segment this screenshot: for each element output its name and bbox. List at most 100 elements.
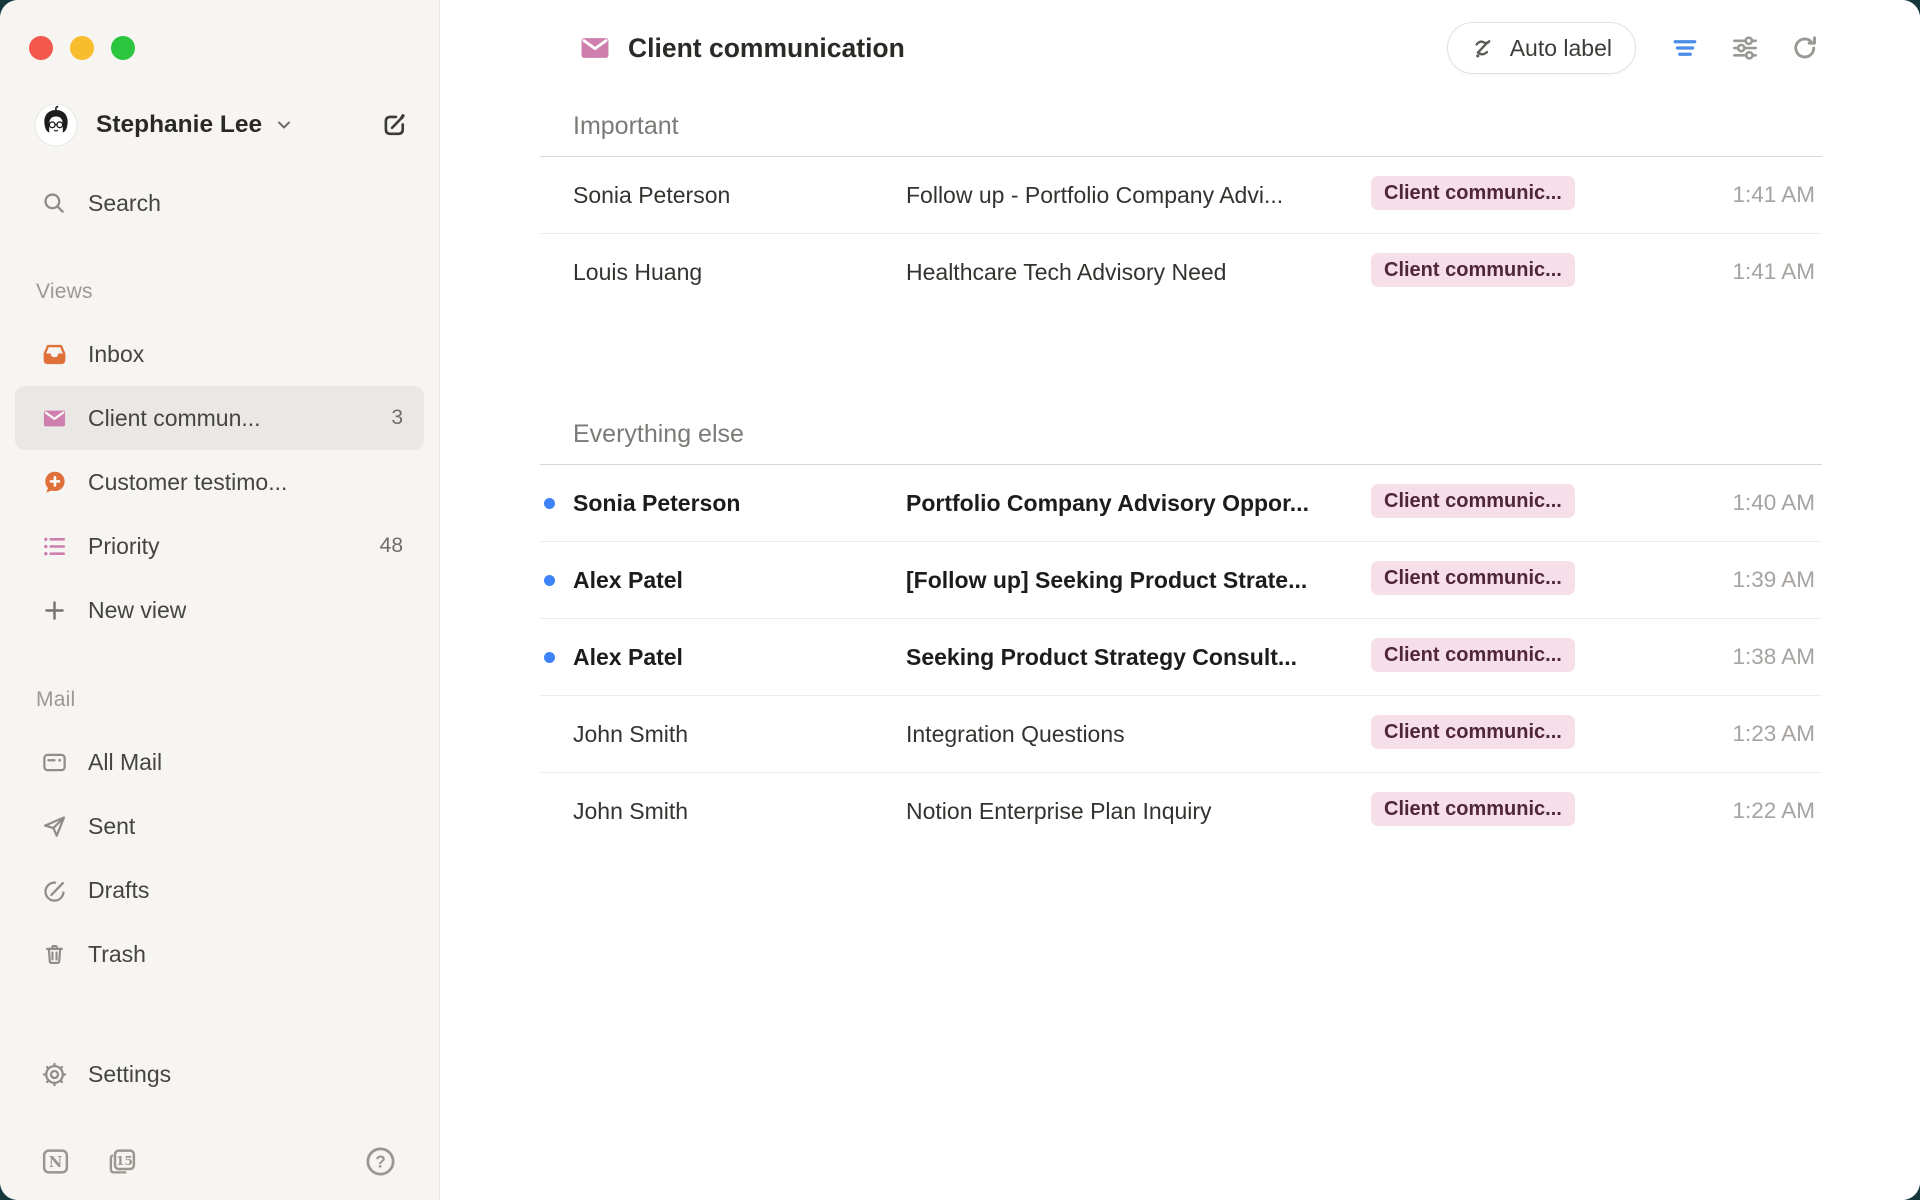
- unread-dot: [544, 652, 555, 663]
- sidebar-item-label: Customer testimo...: [88, 469, 287, 496]
- drafts-icon: [40, 876, 68, 904]
- notion-logo-icon[interactable]: N: [40, 1146, 71, 1177]
- email-label-badge: Client communic...: [1371, 792, 1575, 826]
- email-subject: Seeking Product Strategy Consult...: [906, 644, 1371, 671]
- email-row[interactable]: John Smith Integration Questions Client …: [540, 696, 1822, 773]
- sidebar-item-all-mail[interactable]: All Mail: [0, 730, 439, 794]
- search-button[interactable]: Search: [0, 178, 439, 228]
- account-switcher[interactable]: Stephanie Lee: [34, 99, 409, 151]
- mail-section-header: Mail: [0, 686, 439, 714]
- sidebar-item-inbox[interactable]: Inbox: [0, 322, 439, 386]
- sidebar-item-priority[interactable]: Priority 48: [0, 514, 439, 578]
- email-row[interactable]: Alex Patel [Follow up] Seeking Product S…: [540, 542, 1822, 619]
- email-row[interactable]: Sonia Peterson Follow up - Portfolio Com…: [540, 157, 1822, 234]
- email-subject: Healthcare Tech Advisory Need: [906, 259, 1371, 286]
- gear-icon: [40, 1060, 68, 1088]
- sidebar-item-sent[interactable]: Sent: [0, 794, 439, 858]
- filter-icon: [1670, 33, 1700, 63]
- sidebar-item-label: Drafts: [88, 877, 149, 904]
- plus-icon: [40, 596, 68, 624]
- email-label-badge: Client communic...: [1371, 715, 1575, 749]
- email-subject: Integration Questions: [906, 721, 1371, 748]
- sidebar-item-customer-testimonials[interactable]: Customer testimo...: [0, 450, 439, 514]
- email-row[interactable]: Sonia Peterson Portfolio Company Advisor…: [540, 465, 1822, 542]
- views-section-header: Views: [0, 278, 439, 306]
- email-row[interactable]: John Smith Notion Enterprise Plan Inquir…: [540, 773, 1822, 849]
- email-section: Important Sonia Peterson Follow up - Por…: [540, 96, 1822, 310]
- page-title: Client communication: [628, 33, 905, 64]
- email-sender: Louis Huang: [573, 259, 906, 286]
- sidebar-item-trash[interactable]: Trash: [0, 922, 439, 986]
- sidebar-item-label: All Mail: [88, 749, 162, 776]
- svg-text:N: N: [49, 1153, 63, 1171]
- section-title: Important: [573, 112, 679, 141]
- sidebar-item-client-communication[interactable]: Client commun... 3: [15, 386, 424, 450]
- email-sender: Alex Patel: [573, 567, 906, 594]
- sidebar-item-drafts[interactable]: Drafts: [0, 858, 439, 922]
- sidebar-item-label: Client commun...: [88, 405, 261, 432]
- compose-button[interactable]: [379, 110, 409, 140]
- minimize-button[interactable]: [70, 36, 94, 60]
- sidebar-item-new-view[interactable]: New view: [0, 578, 439, 642]
- sidebar-item-count: 3: [391, 406, 403, 430]
- help-icon[interactable]: ?: [364, 1145, 397, 1178]
- header-actions: Auto label: [1447, 22, 1828, 74]
- svg-text:?: ?: [375, 1151, 386, 1171]
- chat-plus-icon: [40, 468, 68, 496]
- unread-dot: [544, 575, 555, 586]
- sidebar-item-label: Inbox: [88, 341, 144, 368]
- display-settings-button[interactable]: [1722, 25, 1768, 71]
- refresh-icon: [1790, 33, 1820, 63]
- email-time: 1:22 AM: [1613, 798, 1822, 824]
- auto-label-text: Auto label: [1510, 35, 1612, 62]
- email-row[interactable]: Alex Patel Seeking Product Strategy Cons…: [540, 619, 1822, 696]
- email-list: Important Sonia Peterson Follow up - Por…: [540, 96, 1822, 849]
- email-time: 1:23 AM: [1613, 721, 1822, 747]
- views-list: Inbox Client commun... 3 Customer testim…: [0, 322, 439, 642]
- filter-button[interactable]: [1662, 25, 1708, 71]
- inbox-icon: [40, 340, 68, 368]
- email-time: 1:39 AM: [1613, 567, 1822, 593]
- view-header: Client communication Auto label: [440, 0, 1920, 96]
- close-button[interactable]: [29, 36, 53, 60]
- email-subject: [Follow up] Seeking Product Strate...: [906, 567, 1371, 594]
- send-icon: [40, 812, 68, 840]
- email-label-badge: Client communic...: [1371, 484, 1575, 518]
- search-icon: [40, 189, 68, 217]
- email-time: 1:38 AM: [1613, 644, 1822, 670]
- email-sender: Sonia Peterson: [573, 182, 906, 209]
- list-icon: [40, 532, 68, 560]
- email-sender: Alex Patel: [573, 644, 906, 671]
- email-sender: Sonia Peterson: [573, 490, 906, 517]
- email-label-badge: Client communic...: [1371, 253, 1575, 287]
- sidebar-item-label: Trash: [88, 941, 146, 968]
- sidebar-item-label: Priority: [88, 533, 160, 560]
- sidebar-item-settings[interactable]: Settings: [0, 1042, 439, 1106]
- mail-label-icon: [578, 31, 612, 65]
- avatar: [34, 103, 78, 147]
- mail-icon: [40, 404, 68, 432]
- profile-name: Stephanie Lee: [96, 111, 262, 139]
- email-subject: Follow up - Portfolio Company Advi...: [906, 182, 1371, 209]
- email-row[interactable]: Louis Huang Healthcare Tech Advisory Nee…: [540, 234, 1822, 310]
- email-time: 1:41 AM: [1613, 182, 1822, 208]
- unread-dot: [544, 498, 555, 509]
- search-label: Search: [88, 190, 161, 217]
- zoom-button[interactable]: [111, 36, 135, 60]
- sidebar-item-count: 48: [380, 534, 403, 558]
- settings-label: Settings: [88, 1061, 171, 1088]
- email-time: 1:40 AM: [1613, 490, 1822, 516]
- sidebar-item-label: Sent: [88, 813, 135, 840]
- svg-text:15: 15: [116, 1152, 133, 1167]
- mail-list: All Mail Sent Drafts Trash: [0, 730, 439, 986]
- refresh-button[interactable]: [1782, 25, 1828, 71]
- sidebar: Stephanie Lee Search Views I: [0, 0, 440, 1200]
- allmail-icon: [40, 748, 68, 776]
- sliders-icon: [1730, 33, 1760, 63]
- trash-icon: [40, 940, 68, 968]
- sidebar-footer: N 15 ?: [40, 1140, 397, 1182]
- main-content: Client communication Auto label: [440, 0, 1920, 1200]
- calendar-icon[interactable]: 15: [107, 1146, 138, 1177]
- auto-label-button[interactable]: Auto label: [1447, 22, 1636, 74]
- sidebar-item-label: New view: [88, 597, 186, 624]
